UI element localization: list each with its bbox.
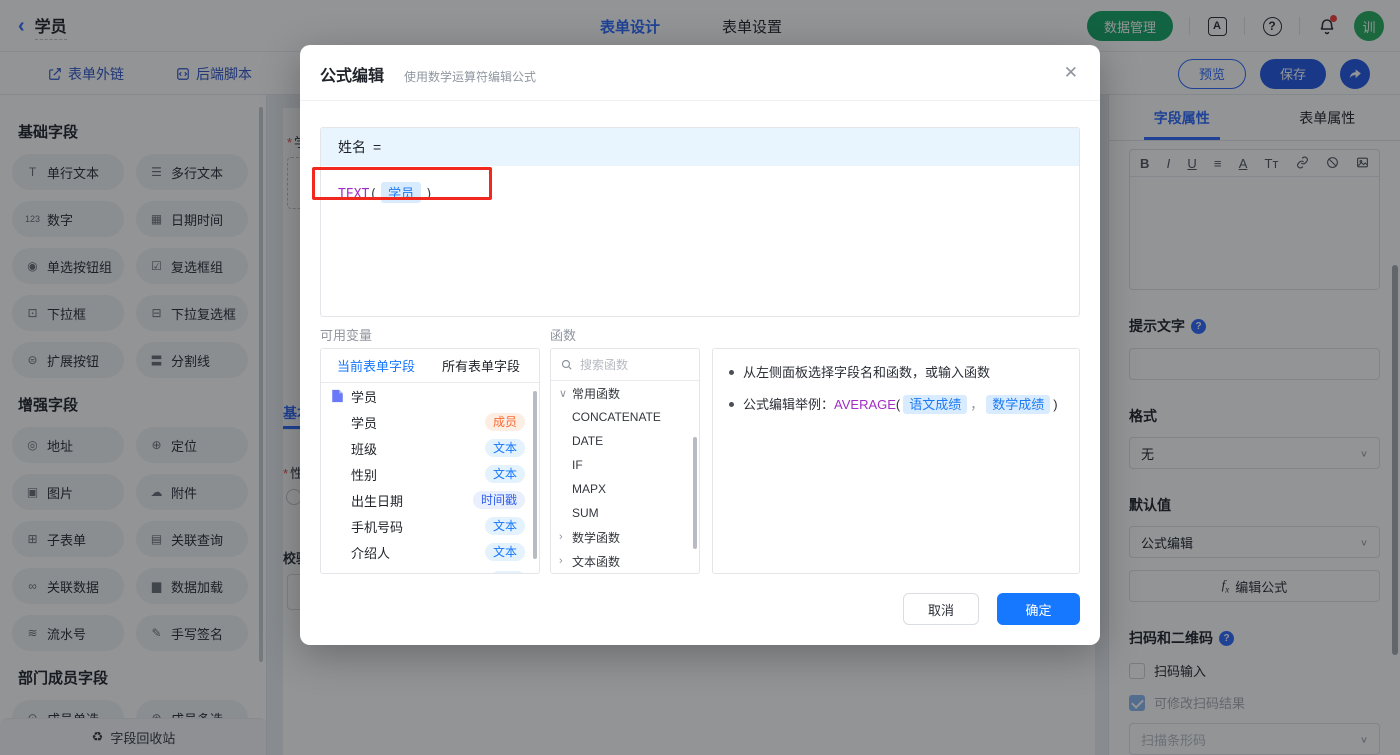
caret-right-icon: › bbox=[559, 555, 563, 567]
example-chip-chinese-score: 语文成绩 bbox=[903, 395, 968, 414]
function-item-concatenate[interactable]: CONCATENATE bbox=[551, 405, 699, 429]
function-item-date[interactable]: DATE bbox=[551, 429, 699, 453]
variables-scrollbar[interactable] bbox=[533, 391, 537, 559]
modal-title: 公式编辑 bbox=[320, 68, 385, 85]
variables-panel-label: 可用变量 bbox=[320, 328, 373, 343]
type-badge bbox=[491, 571, 525, 573]
variable-name: 介绍人 bbox=[351, 545, 391, 561]
caret-right-icon: › bbox=[559, 531, 563, 543]
tab-current-form-fields[interactable]: 当前表单字段 bbox=[337, 356, 415, 375]
functions-panel: 搜索函数 ∨ 常用函数 CONCATENATE DATE IF MAPX SUM … bbox=[550, 348, 700, 574]
help-tip-1: 从左侧面板选择字段名和函数，或输入函数 bbox=[729, 363, 1063, 382]
variable-row[interactable]: 手机号码 文本 bbox=[321, 513, 539, 539]
close-icon[interactable]: ✕ bbox=[1064, 63, 1078, 83]
type-badge: 文本 bbox=[484, 543, 525, 561]
example-close-paren: ) bbox=[1053, 397, 1058, 412]
functions-scrollbar[interactable] bbox=[693, 437, 697, 549]
function-group-label: 文本函数 bbox=[572, 554, 621, 569]
variable-name: 性别 bbox=[351, 467, 378, 483]
field-chip-student[interactable]: 学员 bbox=[381, 182, 422, 203]
variable-row[interactable]: 性别 文本 bbox=[321, 461, 539, 487]
formula-editor-modal: 公式编辑 使用数学运算符编辑公式 ✕ 姓名 = TEXT(学员) 可用变量 函数… bbox=[300, 45, 1100, 645]
formula-input-area[interactable]: TEXT(学员) bbox=[321, 166, 1079, 219]
form-document-icon bbox=[331, 389, 344, 403]
function-group-math[interactable]: › 数学函数 bbox=[551, 525, 699, 549]
variable-root-row[interactable]: 学员 bbox=[321, 383, 539, 409]
example-chip-math-score: 数学成绩 bbox=[986, 395, 1051, 414]
function-group-label: 数学函数 bbox=[572, 530, 621, 545]
function-item-mapx[interactable]: MAPX bbox=[551, 477, 699, 501]
help-tip-2-prefix: 公式编辑举例： bbox=[743, 397, 835, 412]
close-paren: ) bbox=[425, 187, 433, 202]
functions-panel-label: 函数 bbox=[550, 328, 577, 343]
example-open-paren: ( bbox=[895, 397, 901, 412]
open-paren: ( bbox=[369, 187, 378, 202]
function-item-if[interactable]: IF bbox=[551, 453, 699, 477]
variable-row[interactable]: 学员 成员 bbox=[321, 409, 539, 435]
variable-root-label: 学员 bbox=[351, 389, 378, 405]
variable-name: 出生日期 bbox=[351, 493, 404, 509]
type-badge: 文本 bbox=[484, 517, 525, 535]
modal-subtitle: 使用数学运算符编辑公式 bbox=[404, 70, 537, 84]
type-badge: 时间戳 bbox=[472, 491, 525, 509]
function-group-text[interactable]: › 文本函数 bbox=[551, 549, 699, 573]
variable-row-clipped[interactable] bbox=[321, 565, 539, 573]
variable-name: 班级 bbox=[351, 441, 378, 457]
variable-name: 学员 bbox=[351, 415, 378, 431]
type-badge: 文本 bbox=[484, 465, 525, 483]
cancel-button[interactable]: 取消 bbox=[903, 593, 979, 625]
function-group-label: 常用函数 bbox=[572, 386, 621, 401]
modal-header-divider bbox=[300, 100, 1100, 101]
variable-row[interactable]: 介绍人 文本 bbox=[321, 539, 539, 565]
formula-function-name: TEXT bbox=[338, 187, 370, 202]
search-icon bbox=[561, 359, 572, 370]
formula-editor-box: 姓名 = TEXT(学员) bbox=[320, 127, 1080, 317]
function-search-input[interactable]: 搜索函数 bbox=[580, 356, 628, 373]
example-function-name: AVERAGE bbox=[834, 397, 896, 412]
formula-target-field: 姓名 bbox=[338, 139, 366, 155]
caret-down-icon: ∨ bbox=[559, 387, 568, 400]
variable-row[interactable]: 班级 文本 bbox=[321, 435, 539, 461]
app-window: ‹ 学员 表单设计 表单设置 数据管理 A ? 训 表单外链 后端脚本 预览 保… bbox=[0, 0, 1400, 755]
confirm-button[interactable]: 确定 bbox=[997, 593, 1080, 625]
function-item-sum[interactable]: SUM bbox=[551, 501, 699, 525]
variable-name: 手机号码 bbox=[351, 519, 404, 535]
variable-row[interactable]: 出生日期 时间戳 bbox=[321, 487, 539, 513]
tab-all-form-fields[interactable]: 所有表单字段 bbox=[442, 356, 520, 375]
type-badge: 文本 bbox=[484, 439, 525, 457]
variables-panel: 当前表单字段 所有表单字段 学员 学员 成员 班级 文本 性别 文本 出生日期 时间戳 … bbox=[320, 348, 540, 574]
example-comma: ， bbox=[970, 397, 984, 412]
help-panel: 从左侧面板选择字段名和函数，或输入函数 公式编辑举例：AVERAGE(语文成绩，… bbox=[712, 348, 1080, 574]
type-badge: 成员 bbox=[484, 413, 525, 431]
function-group-common[interactable]: ∨ 常用函数 bbox=[551, 381, 699, 405]
formula-equals: = bbox=[373, 139, 382, 155]
help-tip-2: 公式编辑举例：AVERAGE(语文成绩，数学成绩) bbox=[729, 395, 1063, 414]
